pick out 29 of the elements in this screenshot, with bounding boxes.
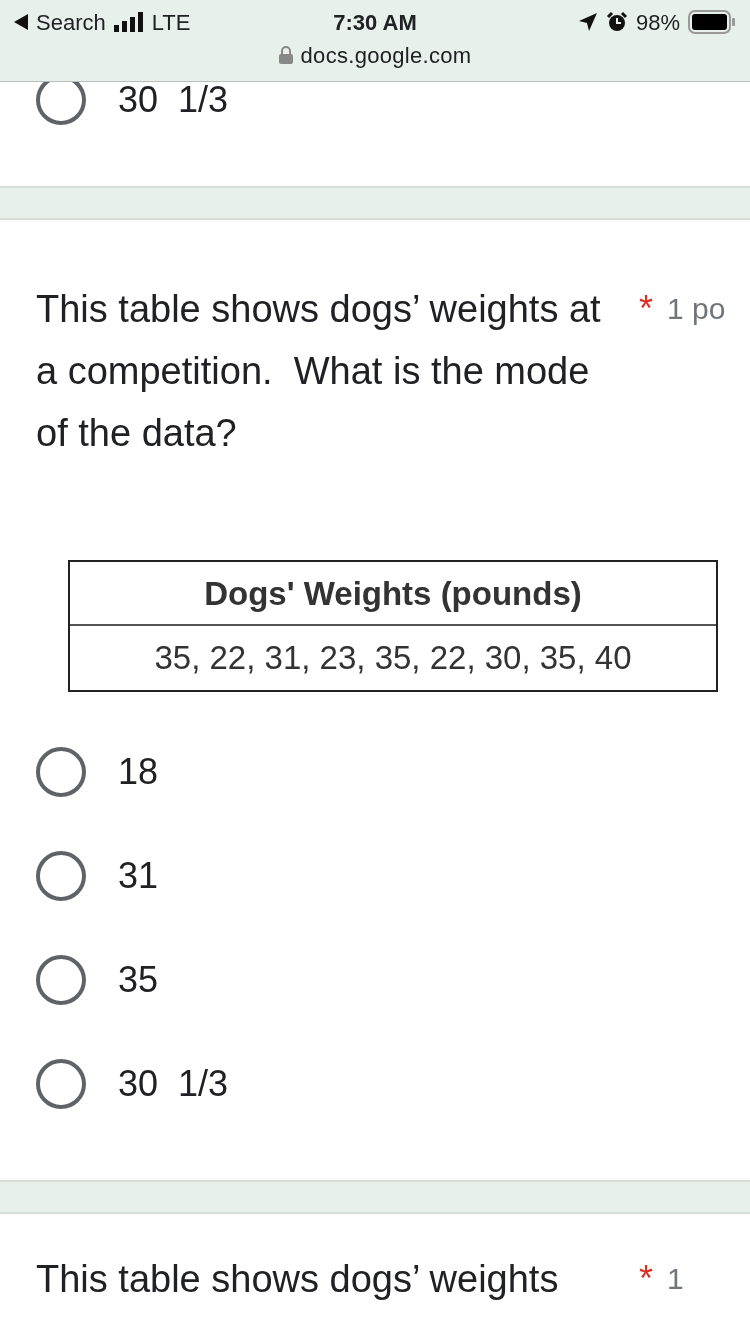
back-arrow-icon	[14, 14, 28, 30]
required-asterisk: *	[639, 1257, 653, 1301]
radio-button[interactable]	[36, 82, 86, 125]
radio-button[interactable]	[36, 1059, 86, 1109]
lock-icon	[278, 46, 293, 64]
location-arrow-icon	[577, 12, 598, 32]
table-header: Dogs' Weights (pounds)	[70, 562, 716, 626]
radio-button[interactable]	[36, 747, 86, 797]
battery-percent: 98%	[635, 8, 680, 37]
option-label[interactable]: 35	[118, 953, 159, 1007]
url-text[interactable]: docs.google.com	[300, 38, 472, 72]
option-label[interactable]: 30 1/3	[118, 1057, 229, 1111]
radio-button[interactable]	[36, 851, 86, 901]
alarm-clock-icon	[605, 11, 628, 33]
option-label[interactable]: 30 1/3	[118, 82, 229, 127]
question-text: This table shows dogs’ weights at a competition. What is the mode of the data?	[36, 287, 602, 456]
network-type: LTE	[151, 8, 191, 37]
points-label: 1 po	[667, 291, 726, 327]
required-asterisk: *	[639, 287, 653, 331]
clock: 7:30 AM	[333, 8, 417, 37]
option-label[interactable]: 31	[118, 849, 159, 903]
points-label: 1	[667, 1261, 684, 1297]
battery-icon	[688, 10, 736, 34]
option-label[interactable]: 18	[118, 745, 159, 799]
table-cell-text: 35, 22, 31, 23, 35, 22, 30, 35, 40	[153, 638, 633, 678]
back-link[interactable]: Search	[36, 5, 106, 39]
radio-button[interactable]	[36, 955, 86, 1005]
signal-icon	[113, 12, 144, 32]
question-text: This table shows dogs’ weights	[36, 1257, 560, 1302]
